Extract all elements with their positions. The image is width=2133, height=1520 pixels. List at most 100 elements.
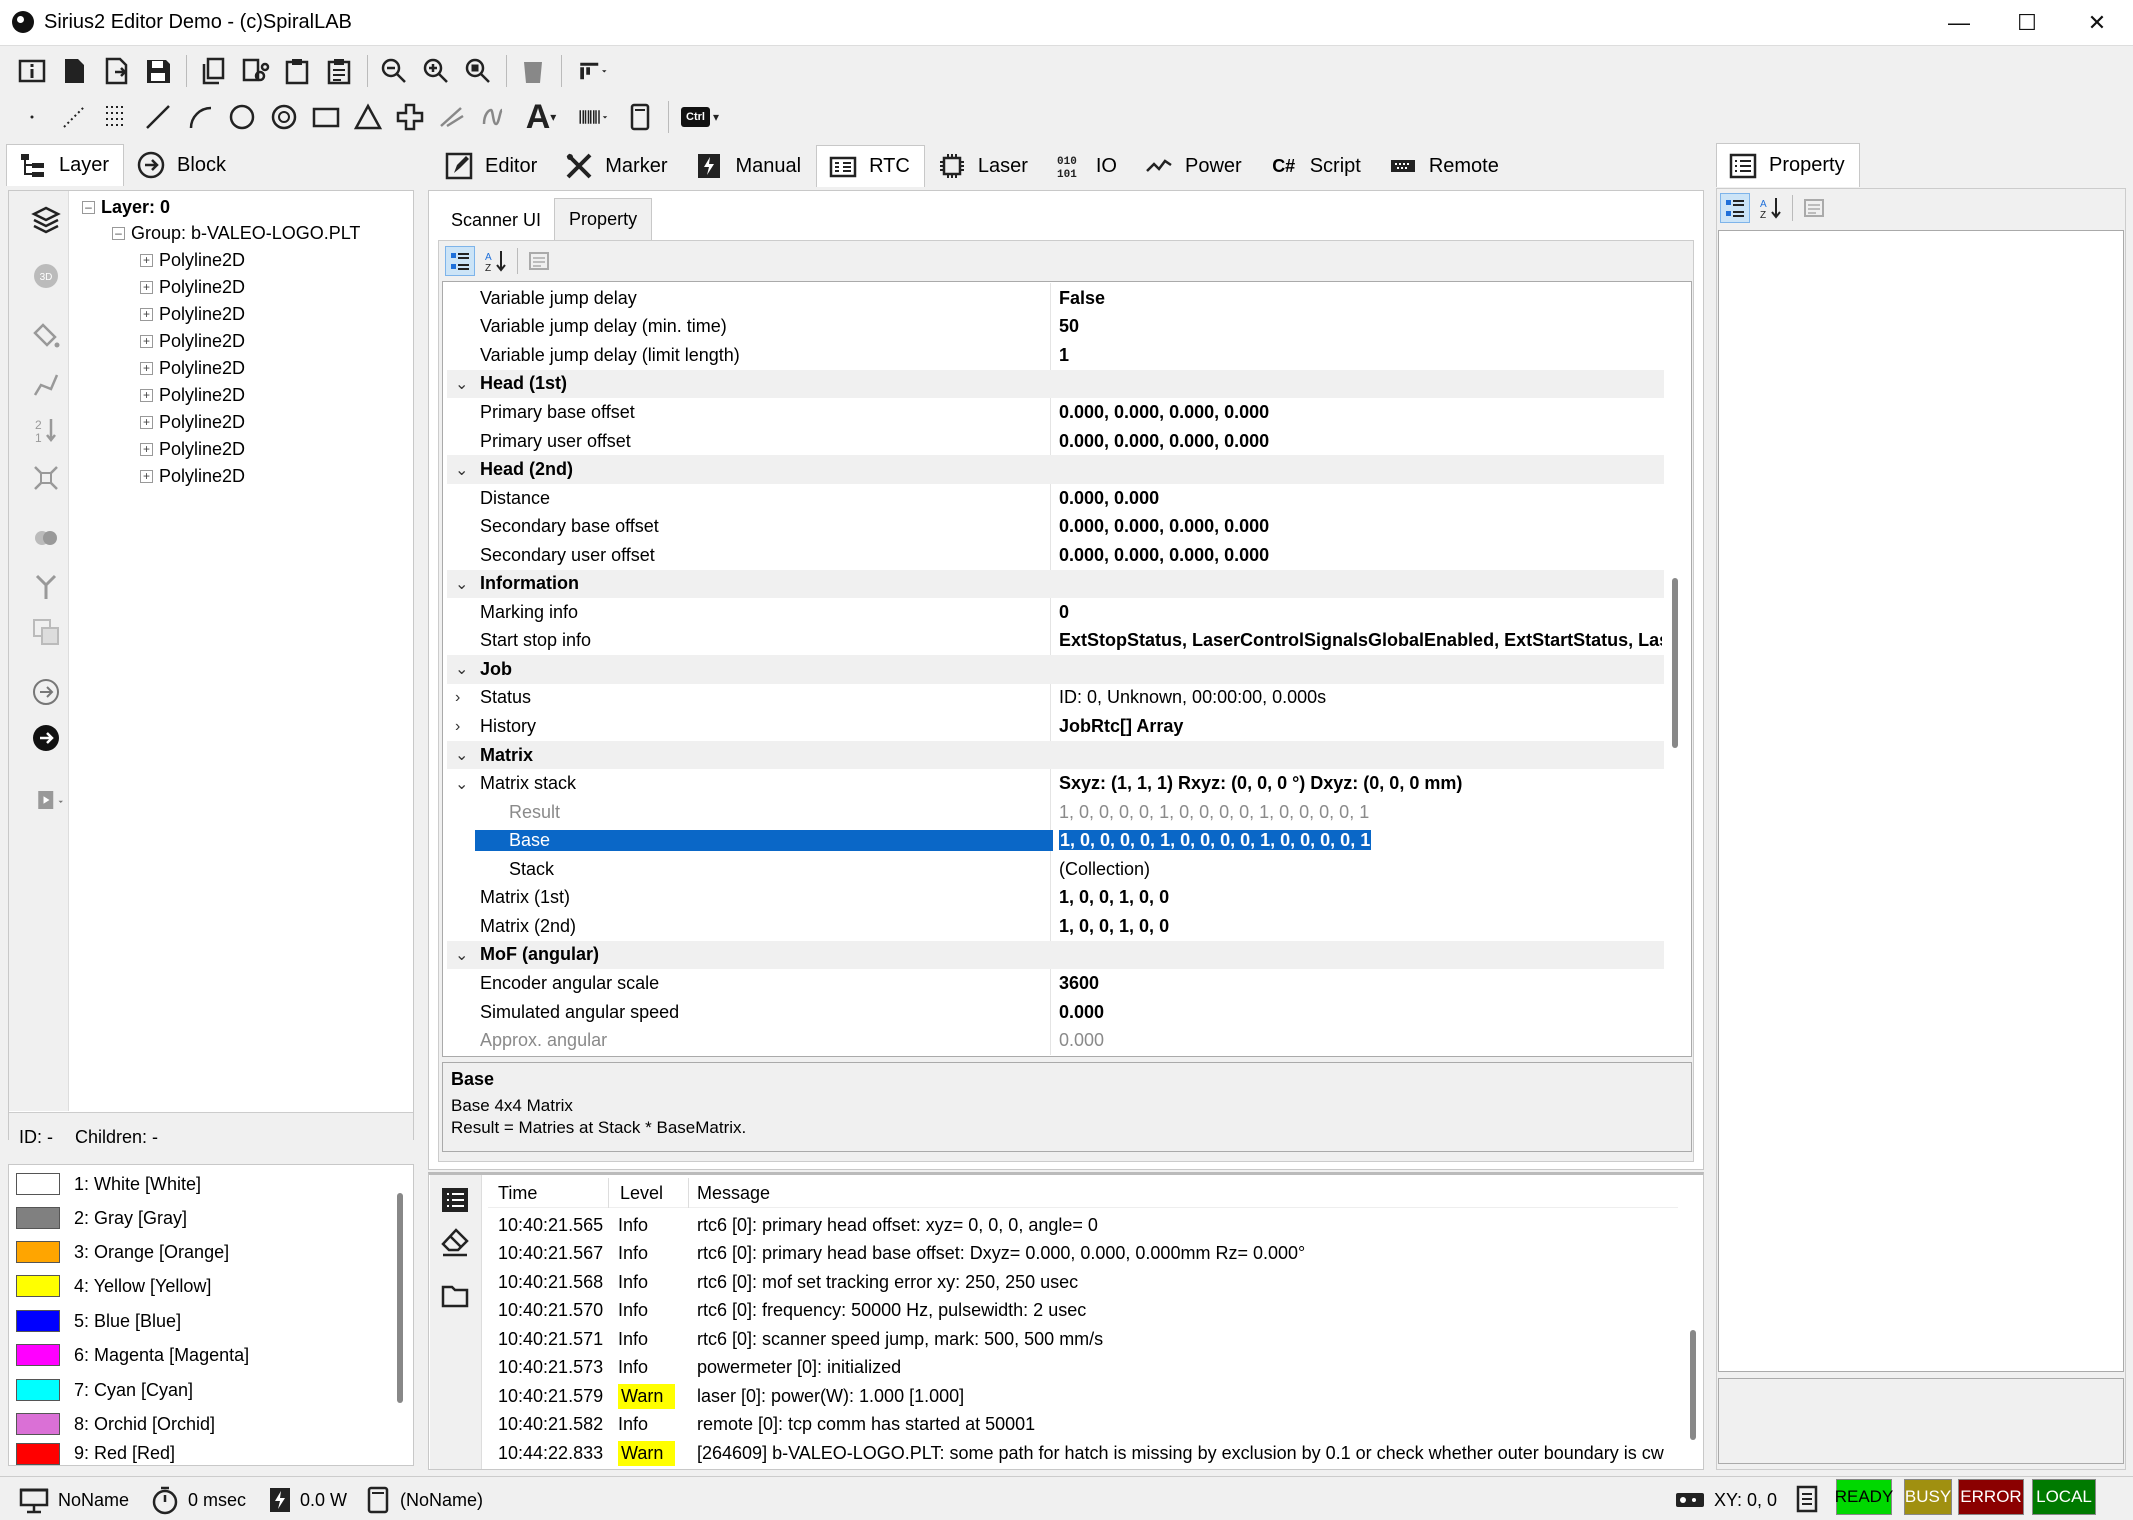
property-row[interactable]: Result 1, 0, 0, 0, 0, 1, 0, 0, 0, 0, 1, 0… [447, 798, 1664, 827]
maximize-button[interactable]: ☐ [1992, 0, 2062, 46]
property-value[interactable]: 1, 0, 0, 1, 0, 0 [1059, 916, 1662, 937]
property-category[interactable]: ⌄ Job [447, 655, 1664, 684]
property-category[interactable]: ⌄ Head (1st) [447, 369, 1664, 399]
property-value[interactable]: 0.000, 0.000, 0.000, 0.000 [1059, 431, 1662, 452]
color-item[interactable]: 3: Orange [Orange] [16, 1237, 229, 1267]
tree-node-polyline[interactable]: + Polyline2D [140, 436, 245, 463]
trepan-icon[interactable] [432, 97, 472, 137]
log-row[interactable]: 10:40:21.579 Warn laser [0]: power(W): 1.0… [488, 1382, 1673, 1411]
chevron-right-icon[interactable]: › [455, 689, 460, 707]
export-icon[interactable] [29, 783, 73, 817]
expand-icon[interactable]: + [140, 470, 153, 483]
chevron-down-icon[interactable]: ⌄ [455, 460, 468, 480]
zoom-fit-icon[interactable] [458, 51, 498, 91]
property-value[interactable]: ID: 0, Unknown, 00:00:00, 0.000s [1059, 687, 1662, 708]
sort-icon[interactable]: 21 [29, 413, 63, 447]
clipboard-icon[interactable] [319, 51, 359, 91]
property-value[interactable]: 0.000 [1059, 1030, 1662, 1051]
color-item[interactable]: 8: Orchid [Orchid] [16, 1409, 215, 1439]
tab-laser[interactable]: Laser [924, 145, 1043, 187]
expand-icon[interactable]: + [140, 281, 153, 294]
chevron-down-icon[interactable]: ⌄ [455, 374, 468, 394]
boolean-icon[interactable] [29, 615, 63, 649]
property-row[interactable]: Variable jump delay (min. time) 50 [447, 313, 1664, 342]
property-row[interactable]: Matrix (1st) 1, 0, 0, 1, 0, 0 [447, 884, 1664, 913]
log-row[interactable]: 10:40:21.565 Info rtc6 [0]: primary head o… [488, 1211, 1673, 1240]
split-icon[interactable] [29, 569, 63, 603]
card-icon[interactable] [620, 97, 660, 137]
log-row[interactable]: 10:40:21.582 Info remote [0]: tcp comm has… [488, 1411, 1673, 1440]
expand-icon[interactable]: + [140, 416, 153, 429]
log-row[interactable]: 10:40:21.570 Info rtc6 [0]: frequency: 500… [488, 1297, 1673, 1326]
collapse-icon[interactable]: – [112, 227, 125, 240]
tab-scanner-ui[interactable]: Scanner UI [438, 200, 555, 240]
property-row[interactable]: Distance 0.000, 0.000 [447, 484, 1664, 513]
tab-editor[interactable]: Editor [432, 145, 553, 187]
property-value[interactable]: (Collection) [1059, 859, 1662, 880]
chevron-down-icon[interactable]: ⌄ [455, 745, 468, 765]
property-value[interactable]: 0.000, 0.000 [1059, 488, 1662, 509]
barcode-icon[interactable] [568, 97, 618, 137]
zoom-in-icon[interactable] [416, 51, 456, 91]
property-pages-icon[interactable] [1799, 193, 1829, 223]
tree-node-polyline[interactable]: + Polyline2D [140, 355, 245, 382]
tree-node-polyline[interactable]: + Polyline2D [140, 382, 245, 409]
property-pages-icon[interactable] [524, 246, 554, 276]
log-row[interactable]: 10:40:21.567 Info rtc6 [0]: primary head b… [488, 1240, 1673, 1269]
tab-remote[interactable]: Remote [1375, 145, 1514, 187]
property-value[interactable]: False [1059, 288, 1662, 309]
tab-layer[interactable]: Layer [6, 144, 125, 186]
property-value-text[interactable]: 1, 0, 0, 0, 0, 1, 0, 0, 0, 0, 1, 0, 0, 0… [1059, 830, 1372, 851]
expand-icon[interactable]: + [140, 362, 153, 375]
log-row[interactable]: 10:40:21.571 Info rtc6 [0]: scanner speed … [488, 1325, 1673, 1354]
minimize-button[interactable]: — [1924, 0, 1994, 46]
trash-icon[interactable] [513, 51, 553, 91]
property-category[interactable]: ⌄ MoF (angular) [447, 940, 1664, 970]
layers-icon[interactable] [29, 203, 63, 237]
line-icon[interactable] [138, 97, 178, 137]
property-row[interactable]: Variable jump delay False [447, 284, 1664, 313]
log-row[interactable]: 10:40:21.573 Info powermeter [0]: initiali… [488, 1354, 1673, 1383]
property-value[interactable]: ExtStopStatus, LaserControlSignalsGlobal… [1059, 630, 1662, 651]
tab-right-property[interactable]: Property [1716, 143, 1860, 187]
color-item[interactable]: 4: Yellow [Yellow] [16, 1271, 211, 1301]
color-item[interactable]: 2: Gray [Gray] [16, 1203, 187, 1233]
color-item[interactable]: 6: Magenta [Magenta] [16, 1340, 249, 1370]
color-item[interactable]: 7: Cyan [Cyan] [16, 1375, 193, 1405]
tree-node-polyline[interactable]: + Polyline2D [140, 301, 245, 328]
log-header-time[interactable]: Time [498, 1183, 537, 1204]
property-value[interactable]: 1, 0, 0, 0, 0, 1, 0, 0, 0, 0, 1, 0, 0, 0… [1059, 802, 1662, 823]
log-list-icon[interactable] [440, 1185, 472, 1217]
save-icon[interactable] [138, 51, 178, 91]
folder-icon[interactable] [440, 1281, 472, 1313]
chevron-down-icon[interactable]: ⌄ [455, 574, 468, 594]
property-row[interactable]: Encoder angular scale 3600 [447, 969, 1664, 998]
property-row[interactable]: Approx. angular 0.000 [447, 1026, 1664, 1055]
info-icon[interactable] [12, 51, 52, 91]
chevron-right-icon[interactable]: › [455, 718, 460, 736]
categorized-icon[interactable] [1720, 193, 1750, 223]
copy-icon[interactable] [193, 51, 233, 91]
log-header-level[interactable]: Level [620, 1183, 663, 1204]
property-row[interactable]: Variable jump delay (limit length) 1 [447, 341, 1664, 370]
tab-io[interactable]: 010 101 IO [1042, 145, 1132, 187]
chevron-down-icon[interactable]: ⌄ [455, 659, 468, 679]
open-file-icon[interactable] [96, 51, 136, 91]
property-row[interactable]: Simulated angular speed 0.000 [447, 998, 1664, 1027]
property-row[interactable]: ⌄ Matrix stack Sxyz: (1, 1, 1) Rxyz: (0, 0… [447, 769, 1664, 798]
property-value[interactable]: 1 [1059, 345, 1662, 366]
triangle-icon[interactable] [348, 97, 388, 137]
log-file-icon[interactable] [1796, 1485, 1818, 1513]
color-item[interactable]: 5: Blue [Blue] [16, 1306, 181, 1336]
alphabetical-icon[interactable]: AZ [481, 246, 511, 276]
ctrl-icon[interactable]: Ctrl ▾ [675, 97, 725, 137]
property-value[interactable]: 1, 0, 0, 0, 0, 1, 0, 0, 0, 0, 1, 0, 0, 0… [1059, 830, 1662, 851]
property-row[interactable]: Matrix (2nd) 1, 0, 0, 1, 0, 0 [447, 912, 1664, 941]
property-value[interactable]: JobRtc[] Array [1059, 716, 1662, 737]
text-icon[interactable]: A ▾ [516, 97, 566, 137]
property-row[interactable]: › History JobRtc[] Array [447, 712, 1664, 741]
expand-icon[interactable]: + [140, 254, 153, 267]
property-value[interactable]: 3600 [1059, 973, 1662, 994]
property-category[interactable]: ⌄ Head (2nd) [447, 455, 1664, 484]
property-value[interactable]: 50 [1059, 316, 1662, 337]
